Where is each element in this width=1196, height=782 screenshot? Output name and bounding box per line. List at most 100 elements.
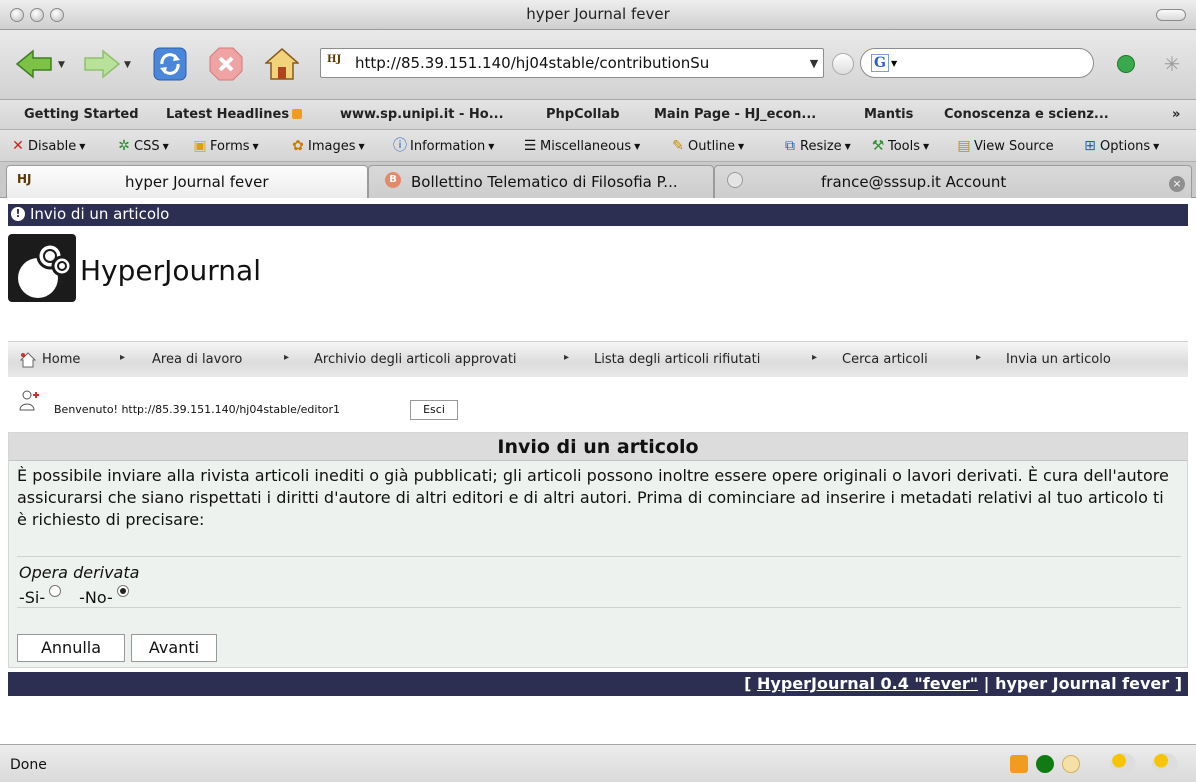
tab-label: france@sssup.it Account [821, 173, 1007, 191]
outline-pencil-icon: ✎ [672, 138, 684, 154]
search-field[interactable]: G ▼ [860, 48, 1094, 78]
radio-yes[interactable] [49, 585, 62, 597]
reload-button[interactable] [150, 44, 190, 84]
tools-icon: ⚒ [871, 138, 885, 154]
window-titlebar: hyper Journal fever [0, 0, 1196, 30]
user-icon [19, 390, 39, 411]
url-history-dropdown[interactable]: ▼ [805, 57, 823, 70]
submission-panel: Invio di un articolo È possibile inviare… [8, 432, 1188, 668]
menu-separator-icon: ▸ [976, 352, 982, 363]
google-search-engine-icon[interactable]: G [871, 54, 889, 72]
menu-item-articoli-rifiutati[interactable]: Lista degli articoli rifiutati [594, 352, 760, 367]
menu-item-invia-articolo[interactable]: Invia un articolo [1006, 352, 1111, 367]
derived-work-fieldset: Opera derivata -Si- -No- [17, 556, 1181, 608]
tab-label: Bollettino Telematico di Filosofia P... [411, 173, 678, 191]
bookmark-phpcollab[interactable]: PhpCollab [546, 107, 620, 122]
weather-forecast-icon[interactable] [1152, 753, 1178, 775]
reload-icon [153, 47, 187, 81]
dev-resize-menu[interactable]: ⧉ Resize ▼ [782, 138, 851, 154]
dev-miscellaneous-menu[interactable]: ☰ Miscellaneous ▼ [522, 138, 641, 154]
forward-button[interactable] [82, 44, 122, 84]
next-button[interactable]: Avanti [131, 634, 217, 662]
dev-css-menu[interactable]: ✲ CSS ▼ [116, 138, 169, 154]
dev-images-menu[interactable]: ✿ Images ▼ [290, 138, 365, 154]
rss-status-icon[interactable] [1010, 755, 1028, 773]
search-go-icon[interactable] [1117, 55, 1135, 73]
bookmark-mantis[interactable]: Mantis [864, 107, 913, 122]
strip-title: Invio di un articolo [30, 205, 170, 223]
activity-throbber-icon: ✳ [1163, 52, 1181, 76]
radio-no-label: -No- [79, 588, 113, 607]
dev-view-source-button[interactable]: ▤ View Source [956, 138, 1053, 154]
menu-item-archivio[interactable]: Archivio degli articoli approvati [314, 352, 517, 367]
bookmarks-overflow-chevron-icon[interactable]: » [1172, 107, 1180, 122]
site-favicon-icon: HJ [327, 54, 342, 65]
tab-hyper-journal-fever[interactable]: HJ hyper Journal fever [6, 165, 368, 198]
dev-options-menu[interactable]: ⊞ Options ▼ [1082, 138, 1159, 154]
go-button[interactable] [832, 53, 854, 75]
tab-label: hyper Journal fever [125, 173, 269, 191]
bookmark-latest-headlines[interactable]: Latest Headlines [166, 107, 303, 122]
information-icon: ⓘ [393, 138, 407, 154]
logout-button[interactable]: Esci [410, 400, 458, 420]
menu-item-home[interactable]: Home [42, 352, 80, 367]
radio-no[interactable] [116, 585, 129, 597]
tab-bollettino-telematico[interactable]: B Bollettino Telematico di Filosofia P..… [368, 165, 714, 198]
hj-favicon-icon: HJ [17, 172, 32, 186]
menu-separator-icon: ▸ [120, 352, 126, 363]
close-tab-icon[interactable]: × [1169, 176, 1185, 192]
hyperjournal-logo [8, 234, 76, 302]
derived-work-options: -Si- -No- [19, 585, 147, 607]
bookmark-label: Latest Headlines [166, 107, 290, 122]
dev-outline-menu[interactable]: ✎ Outline ▼ [670, 138, 744, 154]
menu-separator-icon: ▸ [812, 352, 818, 363]
globe-favicon-icon [727, 172, 743, 188]
cancel-button[interactable]: Annulla [17, 634, 125, 662]
pause-status-icon[interactable] [1062, 755, 1080, 773]
dev-forms-menu[interactable]: ▣ Forms ▼ [192, 138, 258, 154]
back-button[interactable] [14, 44, 54, 84]
main-menu: Home ▸ Area di lavoro ▸ Archivio degli a… [8, 341, 1188, 377]
stop-icon [209, 47, 243, 81]
navigation-toolbar: ▼ ▼ HJ http://85.39.151.140/hj04stable/c… [0, 30, 1196, 100]
address-bar[interactable]: HJ http://85.39.151.140/hj04stable/contr… [320, 48, 824, 78]
dev-tools-menu[interactable]: ⚒ Tools ▼ [870, 138, 929, 154]
forms-lock-icon: ▣ [193, 138, 207, 154]
bookmark-sp-unipi[interactable]: www.sp.unipi.it - Ho... [340, 107, 504, 122]
panel-description: È possibile inviare alla rivista articol… [17, 466, 1169, 529]
home-icon [20, 352, 36, 368]
status-text: Done [10, 757, 47, 773]
hyperjournal-version-link[interactable]: HyperJournal 0.4 "fever" [757, 674, 978, 693]
images-icon: ✿ [292, 138, 304, 154]
menu-item-area-di-lavoro[interactable]: Area di lavoro [152, 352, 242, 367]
bookmark-main-page-hj[interactable]: Main Page - HJ_econ... [654, 107, 816, 122]
search-engine-dropdown-icon[interactable]: ▼ [891, 59, 897, 68]
forward-history-dropdown[interactable]: ▼ [124, 60, 131, 70]
forward-arrow-icon [84, 49, 121, 79]
dev-information-menu[interactable]: ⓘ Information ▼ [392, 138, 494, 154]
weather-icon[interactable] [1110, 753, 1136, 775]
home-button[interactable] [262, 44, 302, 84]
green-status-icon[interactable] [1036, 755, 1054, 773]
options-icon: ⊞ [1084, 138, 1096, 154]
url-text[interactable]: http://85.39.151.140/hj04stable/contribu… [355, 54, 805, 72]
bookmark-conoscenza[interactable]: Conoscenza e scienz... [944, 107, 1109, 122]
footer-text: [ HyperJournal 0.4 "fever" | hyper Journ… [744, 674, 1182, 693]
stop-button[interactable] [206, 44, 246, 84]
tab-france-account[interactable]: france@sssup.it Account × [714, 165, 1192, 198]
resize-icon: ⧉ [785, 138, 795, 154]
page-footer: [ HyperJournal 0.4 "fever" | hyper Journ… [8, 672, 1188, 696]
tab-bar: HJ hyper Journal fever B Bollettino Tele… [0, 162, 1196, 198]
menu-item-cerca-articoli[interactable]: Cerca articoli [842, 352, 928, 367]
menu-separator-icon: ▸ [564, 352, 570, 363]
page-content: ! Invio di un articolo HyperJournal Home… [0, 198, 1196, 744]
home-icon [265, 48, 299, 80]
dev-disable-menu[interactable]: ✕ Disable ▼ [10, 138, 85, 154]
status-bar: Done [0, 744, 1196, 782]
bookmark-getting-started[interactable]: Getting Started [24, 107, 139, 122]
welcome-text: Benvenuto! http://85.39.151.140/hj04stab… [54, 403, 341, 416]
menu-separator-icon: ▸ [284, 352, 290, 363]
toolbar-toggle-button[interactable] [1156, 9, 1186, 21]
back-history-dropdown[interactable]: ▼ [58, 60, 65, 70]
view-source-icon: ▤ [957, 138, 971, 154]
